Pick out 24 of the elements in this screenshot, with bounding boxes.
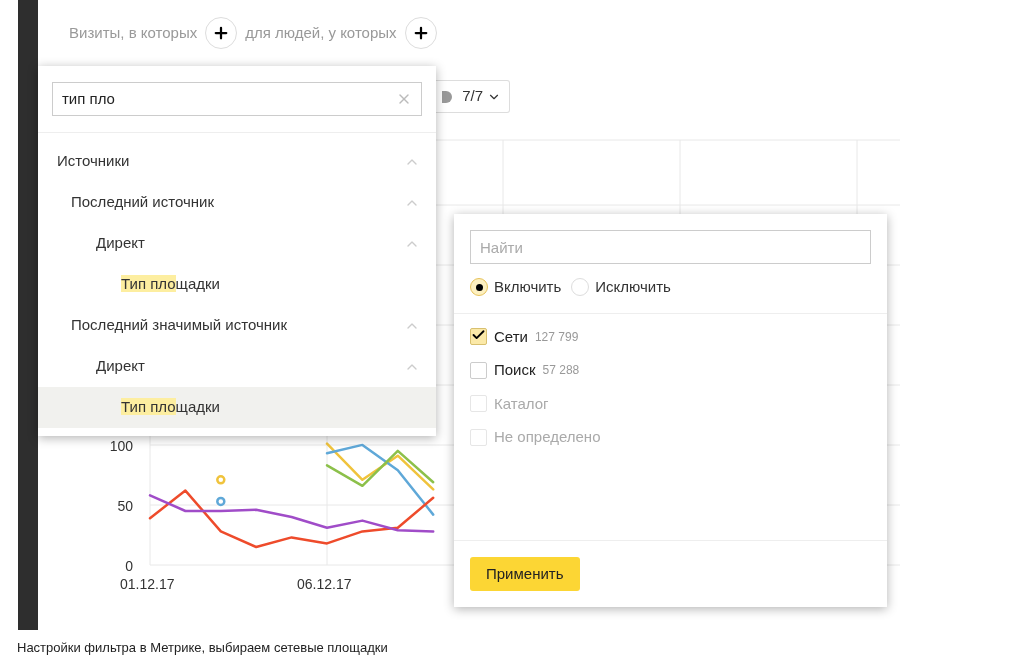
axis-label: 100 — [108, 436, 133, 456]
axis-label: 01.12.17 — [120, 575, 175, 594]
axis-label: 0 — [124, 557, 133, 576]
checkbox-option[interactable]: Сети 127 799 — [470, 325, 871, 348]
add-condition-button[interactable] — [205, 17, 238, 49]
tree-item[interactable]: Директ — [38, 346, 436, 387]
radio-option[interactable]: Исключить — [571, 276, 671, 299]
tree-item[interactable]: Источники — [38, 141, 436, 182]
caption: Настройки фильтра в Метрике, выбираем сетевые площадки — [17, 639, 388, 657]
axis-label: 50 — [116, 496, 133, 516]
segment-label: Визиты, в которых — [69, 22, 198, 43]
radio-option[interactable]: Включить — [470, 276, 562, 299]
apply-button[interactable]: Применить — [470, 557, 580, 591]
axis-label: 06.12.17 — [297, 575, 352, 594]
search-field[interactable]: тип пло — [52, 82, 422, 116]
tree-item[interactable]: Тип площадки — [38, 387, 436, 428]
tree-item[interactable]: Последний источник — [38, 182, 436, 223]
tree-item[interactable]: Директ — [38, 223, 436, 264]
search-field[interactable]: Найти — [470, 230, 871, 264]
segment-label: для людей, у которых — [245, 22, 397, 43]
checkbox-option[interactable]: Поиск 57 288 — [470, 359, 871, 382]
add-condition-button[interactable] — [404, 17, 437, 49]
tree-item[interactable]: Тип площадки — [38, 264, 436, 305]
tree-item[interactable]: Последний значимый источник — [38, 305, 436, 346]
